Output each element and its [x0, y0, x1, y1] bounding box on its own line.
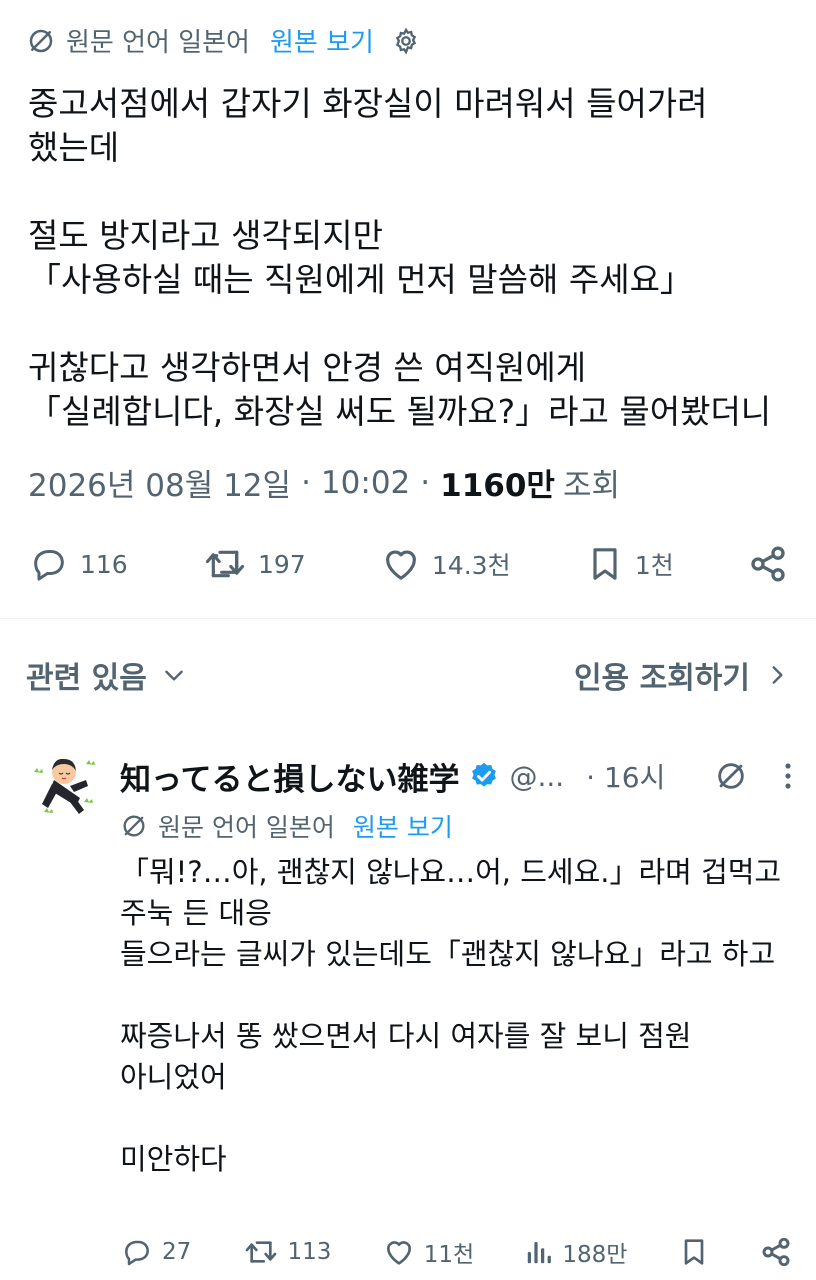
share-icon — [748, 544, 788, 584]
translate-icon[interactable] — [714, 759, 748, 793]
bookmark-button[interactable]: 1천 — [585, 543, 674, 585]
repost-button[interactable]: 113 — [242, 1236, 332, 1268]
bookmark-count: 1천 — [634, 551, 674, 580]
like-button[interactable]: 11천 — [382, 1235, 474, 1269]
post-meta: 2026년 08월 12일 · 10:02 · 1160만 조회 — [28, 460, 620, 505]
translate-icon — [26, 26, 56, 56]
reply-line: 들으라는 글씨가 있는데도「괜찮지 않나요」라고 하고 — [120, 937, 776, 971]
view-quotes-label: 인용 조회하기 — [573, 661, 750, 696]
bookmark-icon — [585, 543, 625, 585]
reply-icon — [120, 1236, 154, 1268]
more-options-icon[interactable] — [784, 762, 792, 790]
repost-icon — [242, 1236, 280, 1268]
like-button[interactable]: 14.3천 — [380, 544, 511, 584]
divider — [0, 618, 816, 619]
reply-time[interactable]: · 16시 — [586, 756, 665, 796]
reply-button[interactable]: 116 — [28, 544, 128, 584]
translation-label: 원문 언어 일본어 — [158, 813, 335, 842]
heart-icon — [380, 544, 422, 584]
verified-badge-icon — [469, 761, 499, 791]
translation-label: 원문 언어 일본어 — [66, 28, 250, 58]
like-count: 11천 — [423, 1242, 475, 1268]
reply-line: 주눅 든 대응 — [120, 896, 272, 930]
reply-line: 아니었어 — [120, 1060, 227, 1094]
reply-button[interactable]: 27 — [120, 1236, 191, 1268]
post-time: 10:02 — [320, 464, 411, 501]
post-line: 절도 방지라고 생각되지만 — [28, 216, 383, 255]
translate-icon — [120, 812, 148, 840]
reply-line: 미안하다 — [120, 1142, 227, 1176]
post-date: 2026년 08월 12일 — [28, 468, 292, 504]
view-quotes-link[interactable]: 인용 조회하기 — [574, 653, 790, 697]
post-line: 중고서점에서 갑자기 화장실이 마려워서 들어가려 — [28, 84, 708, 123]
reply-translation-bar: 원문 언어 일본어 원본 보기 — [120, 808, 453, 844]
heart-icon — [382, 1236, 416, 1268]
related-dropdown[interactable]: 관련 있음 — [26, 653, 187, 697]
views-count: 1160만 — [440, 468, 555, 504]
views-count: 188만 — [562, 1242, 628, 1268]
post-line: 했는데 — [28, 128, 120, 167]
views-button[interactable]: 188만 — [524, 1235, 627, 1269]
post-line: 귀찮다고 생각하면서 안경 쓴 여직원에게 — [28, 348, 587, 387]
reply-count: 27 — [162, 1239, 192, 1265]
analytics-icon — [524, 1237, 554, 1267]
chevron-down-icon — [161, 662, 187, 688]
share-button[interactable] — [748, 544, 788, 584]
reply-count: 116 — [80, 549, 128, 579]
meta-separator: · — [420, 464, 431, 501]
post-actions: 116 197 14.3천 1천 — [28, 538, 788, 590]
chevron-right-icon — [764, 662, 790, 688]
meta-separator: · — [301, 464, 311, 501]
bookmark-icon — [678, 1235, 710, 1269]
repost-count: 113 — [287, 1239, 332, 1265]
post-line: 「실례합니다, 화장실 써도 될까요?」라고 물어봤더니 — [28, 392, 772, 431]
author-handle[interactable]: @... — [509, 760, 564, 793]
views-label: 조회 — [562, 468, 620, 504]
share-button[interactable] — [760, 1236, 792, 1268]
repost-button[interactable]: 197 — [202, 544, 306, 584]
author-name[interactable]: 知ってると損しない雑学 — [120, 754, 459, 799]
reply-body: 「뭐!?…아, 괜찮지 않나요…어, 드세요.」라며 겁먹고 주눅 든 대응 들… — [120, 852, 800, 1180]
post-line: 「사용하실 때는 직원에게 먼저 말씀해 주세요」 — [28, 260, 693, 299]
bookmark-button[interactable] — [678, 1235, 710, 1269]
show-original-link[interactable]: 원본 보기 — [353, 808, 453, 844]
reply-line: 짜증나서 똥 쌌으면서 다시 여자를 잘 보니 점원 — [120, 1019, 692, 1053]
gear-icon[interactable] — [392, 27, 420, 55]
related-label: 관련 있음 — [26, 661, 147, 696]
post-body: 중고서점에서 갑자기 화장실이 마려워서 들어가려 했는데 절도 방지라고 생각… — [28, 82, 788, 434]
repost-icon — [202, 544, 248, 584]
translation-bar: 원문 언어 일본어 원본 보기 — [26, 22, 420, 59]
repost-count: 197 — [257, 549, 306, 579]
avatar[interactable] — [24, 746, 104, 826]
reply-icon — [28, 544, 70, 584]
related-row: 관련 있음 인용 조회하기 — [26, 650, 790, 700]
show-original-link[interactable]: 원본 보기 — [270, 22, 374, 59]
reply-actions: 27 113 11천 188만 — [120, 1232, 792, 1272]
reply-header: 知ってると損しない雑学 @... · 16시 — [120, 752, 792, 800]
like-count: 14.3천 — [431, 551, 511, 580]
share-icon — [760, 1236, 792, 1268]
reply-line: 「뭐!?…아, 괜찮지 않나요…어, 드세요.」라며 겁먹고 — [120, 855, 782, 889]
